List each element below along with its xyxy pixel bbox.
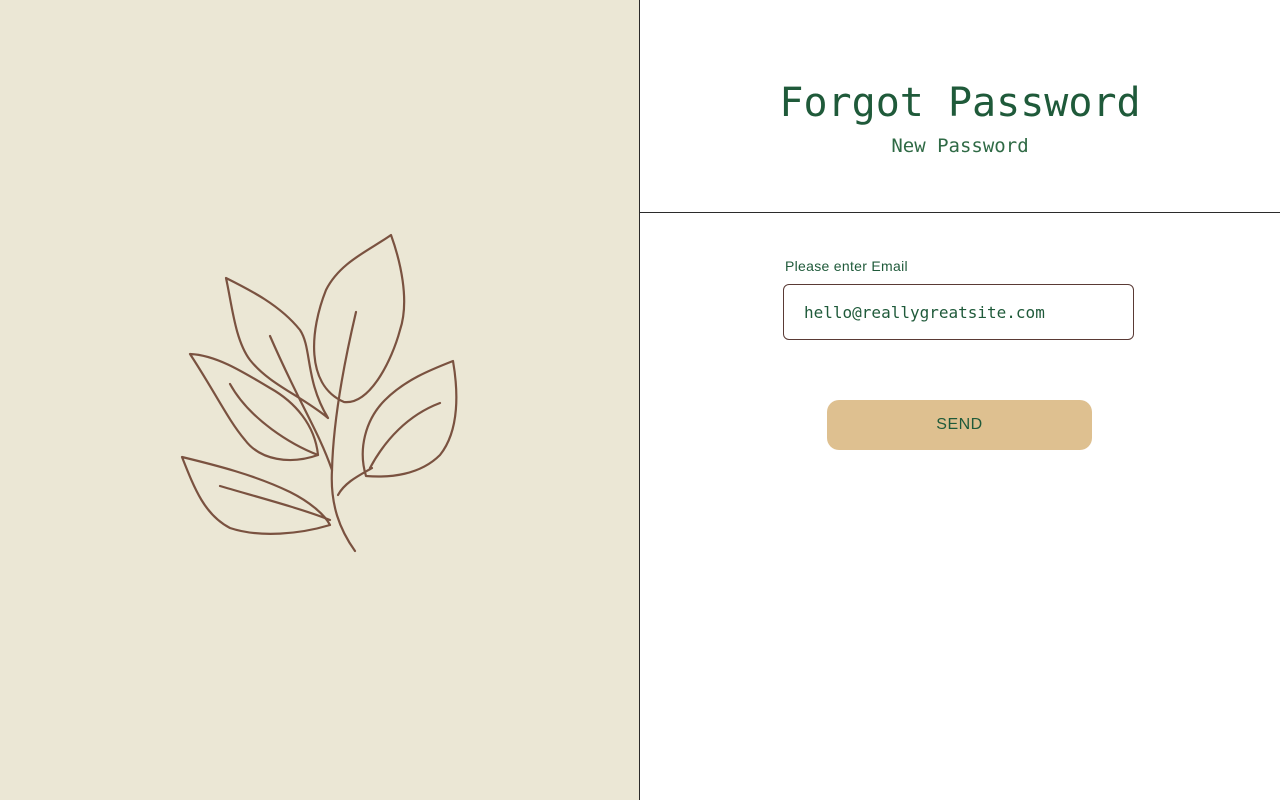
email-field[interactable] xyxy=(783,284,1134,340)
form-panel: Forgot Password New Password Please ente… xyxy=(640,0,1280,800)
email-label: Please enter Email xyxy=(785,258,908,274)
header: Forgot Password New Password xyxy=(640,0,1280,213)
page-subtitle: New Password xyxy=(891,135,1029,157)
send-button[interactable]: SEND xyxy=(827,400,1092,450)
forgot-password-page: Forgot Password New Password Please ente… xyxy=(0,0,1280,800)
leaf-branch-icon xyxy=(180,233,458,553)
illustration-panel xyxy=(0,0,640,800)
page-title: Forgot Password xyxy=(779,80,1141,126)
